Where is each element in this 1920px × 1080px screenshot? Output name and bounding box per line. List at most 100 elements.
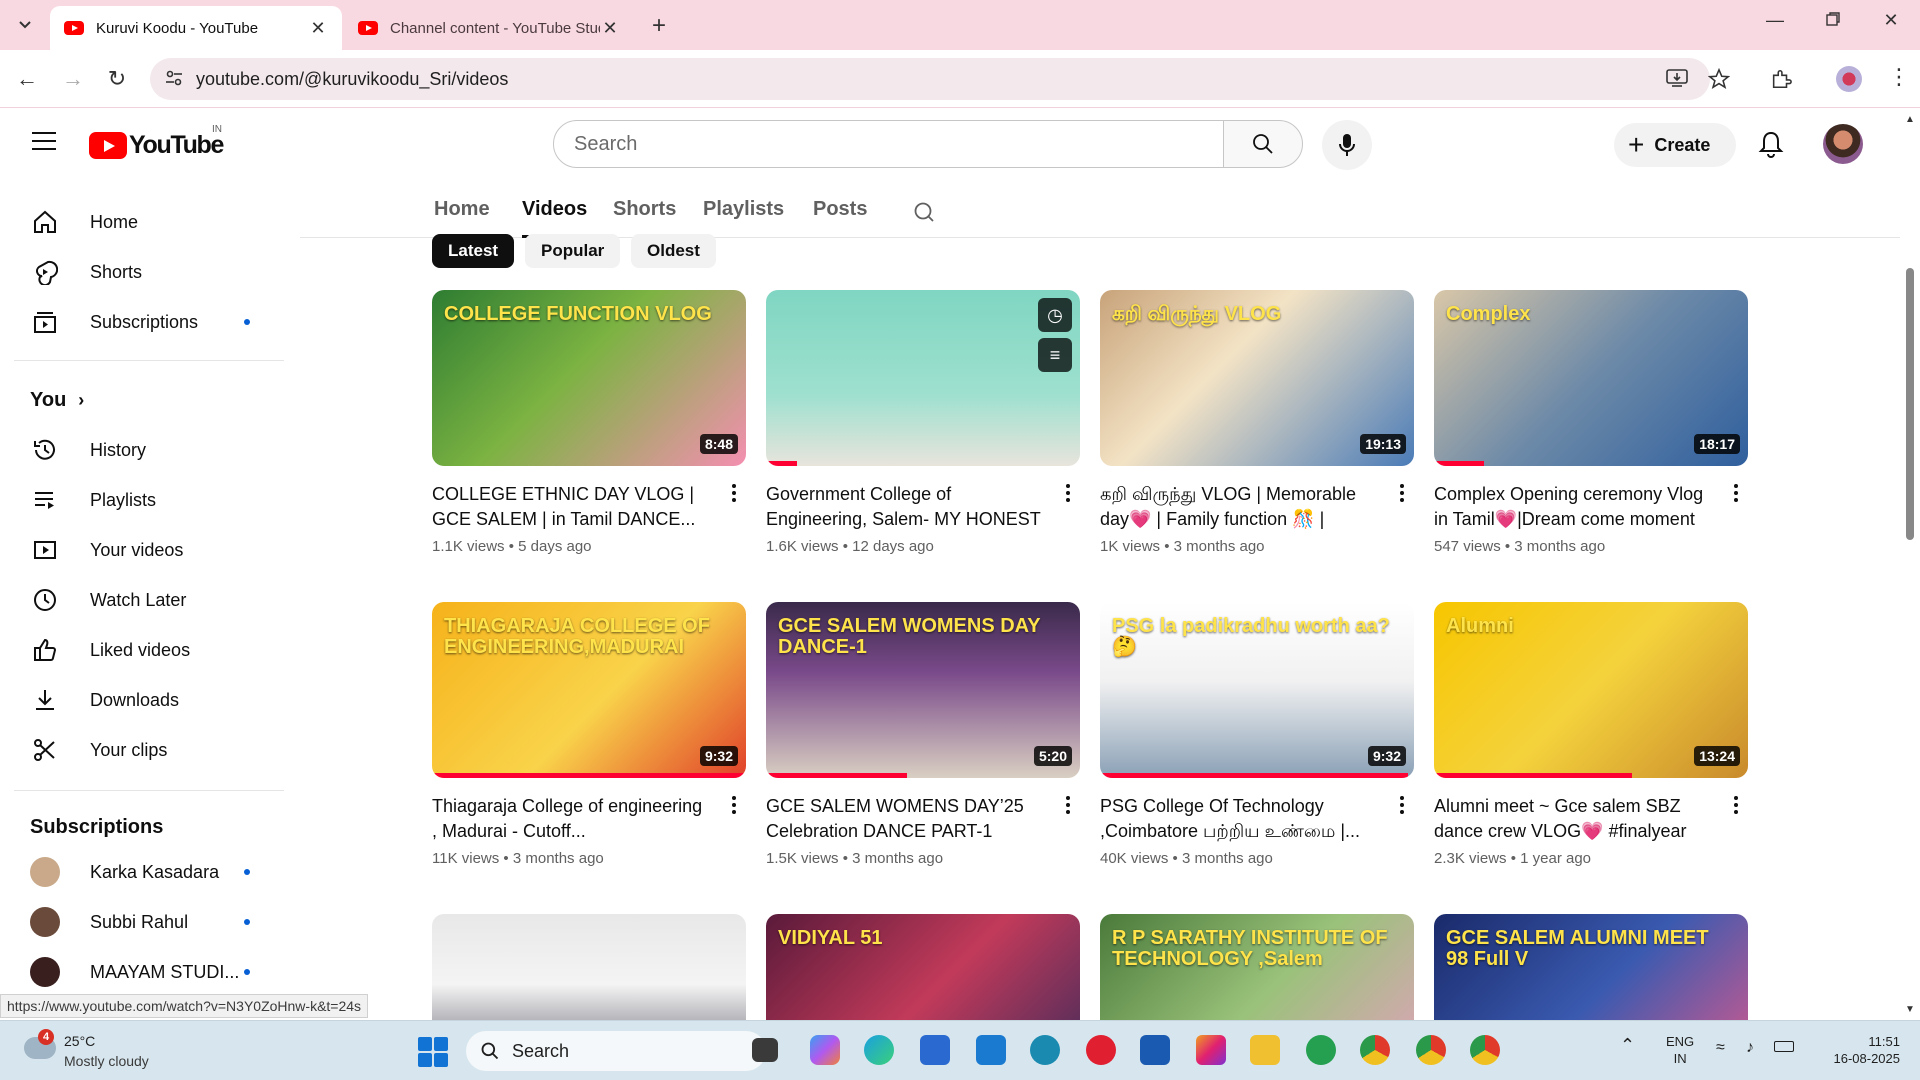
taskbar-search[interactable]: Search (466, 1031, 766, 1071)
video-thumbnail[interactable]: COLLEGE FUNCTION VLOG 8:48 (432, 290, 746, 466)
windows-start-icon[interactable] (418, 1037, 448, 1067)
show-hidden-icons-chevron-icon[interactable]: ⌃ (1620, 1036, 1635, 1054)
volume-icon[interactable]: ♪ (1746, 1039, 1754, 1056)
account-avatar[interactable] (1823, 124, 1863, 164)
scrollbar-thumb[interactable] (1906, 268, 1914, 540)
sidebar-item-home[interactable]: Home (30, 204, 270, 240)
video-thumbnail[interactable] (432, 914, 746, 1020)
restore-icon[interactable] (1818, 10, 1848, 31)
sidebar-item-subscriptions[interactable]: Subscriptions (30, 304, 270, 340)
video-thumbnail[interactable]: ◷ ≡ (766, 290, 1080, 466)
tab-videos[interactable]: Videos (522, 198, 587, 221)
subscription-item[interactable]: MAAYAM STUDI... (30, 954, 270, 990)
sidebar-item-history[interactable]: History (30, 432, 270, 468)
more-options-icon[interactable] (1058, 484, 1078, 502)
more-options-icon[interactable] (724, 796, 744, 814)
hamburger-menu-icon[interactable] (32, 132, 56, 156)
video-card[interactable]: ◷ ≡ Government College of Engineering, Sal… (766, 290, 1080, 555)
browser-tab-youtube[interactable]: Kuruvi Koodu - YouTube ✕ (50, 6, 342, 50)
video-title[interactable]: GCE SALEM WOMENS DAY’25 Celebration DANC… (766, 794, 1044, 844)
video-card[interactable]: GCE SALEM WOMENS DAY DANCE-1 5:20 GCE SALE… (766, 602, 1080, 867)
browser-menu-icon[interactable]: ⋮ (1888, 64, 1910, 90)
extensions-icon[interactable] (1770, 68, 1792, 95)
download-manager-icon[interactable] (1140, 1035, 1170, 1065)
subscription-item[interactable]: Subbi Rahul (30, 904, 270, 940)
youtube-logo[interactable]: YouTube (89, 131, 224, 160)
whatsapp-icon[interactable] (1306, 1035, 1336, 1065)
copilot-icon[interactable] (810, 1035, 840, 1065)
sidebar-item-downloads[interactable]: Downloads (30, 682, 270, 718)
chrome-icon[interactable] (1470, 1035, 1500, 1065)
more-options-icon[interactable] (1392, 796, 1412, 814)
video-title[interactable]: கறி விருந்து VLOG | Memorable day💗 | Fam… (1100, 482, 1378, 532)
video-thumbnail[interactable]: GCE SALEM WOMENS DAY DANCE-1 5:20 (766, 602, 1080, 778)
search-input[interactable]: Search (553, 120, 1225, 168)
video-thumbnail[interactable]: VIDIYAL 51 (766, 914, 1080, 1020)
sidebar-item-your-clips[interactable]: Your clips (30, 732, 270, 768)
language-indicator[interactable]: ENG IN (1666, 1033, 1694, 1067)
notifications-bell-icon[interactable] (1758, 130, 1784, 163)
chip-oldest[interactable]: Oldest (631, 234, 716, 268)
sidebar-you-heading[interactable]: You › (30, 382, 270, 418)
edge-browser-icon[interactable] (864, 1035, 894, 1065)
browser-tab-studio[interactable]: Channel content - YouTube Studio ✕ (344, 6, 634, 50)
reload-icon[interactable]: ↻ (102, 64, 132, 94)
clock[interactable]: 11:51 16-08-2025 (1816, 1033, 1901, 1067)
video-thumbnail[interactable]: Complex 18:17 (1434, 290, 1748, 466)
video-card[interactable]: VIDIYAL 51 (766, 914, 1080, 1020)
more-options-icon[interactable] (1726, 484, 1746, 502)
back-arrow-icon[interactable]: ← (12, 64, 42, 94)
sidebar-item-liked-videos[interactable]: Liked videos (30, 632, 270, 668)
video-card[interactable]: GCE SALEM ALUMNI MEET 98 Full V (1434, 914, 1748, 1020)
add-to-queue-icon[interactable]: ≡ (1038, 338, 1072, 372)
sidebar-item-watch-later[interactable]: Watch Later (30, 582, 270, 618)
bookmark-star-icon[interactable] (1707, 67, 1731, 95)
video-thumbnail[interactable]: Alumni 13:24 (1434, 602, 1748, 778)
video-card[interactable]: THIAGARAJA COLLEGE OF ENGINEERING,MADURA… (432, 602, 746, 867)
video-title[interactable]: Alumni meet ~ Gce salem SBZ dance crew V… (1434, 794, 1712, 844)
chip-latest[interactable]: Latest (432, 234, 515, 268)
cortana-ring-icon[interactable] (1030, 1035, 1060, 1065)
clock-icon[interactable]: ◷ (1038, 298, 1072, 332)
channel-search-icon[interactable] (912, 200, 936, 229)
more-options-icon[interactable] (724, 484, 744, 502)
video-title[interactable]: Thiagaraja College of engineering , Madu… (432, 794, 710, 844)
wifi-icon[interactable]: ≈ (1716, 1039, 1725, 1056)
install-app-icon[interactable] (1666, 68, 1688, 93)
video-thumbnail[interactable]: PSG la padikradhu worth aa? 🤔 9:32 (1100, 602, 1414, 778)
address-bar[interactable]: youtube.com/@kuruvikoodu_Sri/videos (150, 58, 1710, 100)
close-window-icon[interactable]: ✕ (1876, 10, 1906, 31)
tab-home[interactable]: Home (434, 198, 490, 221)
microsoft-store-icon[interactable] (920, 1035, 950, 1065)
video-card[interactable]: Alumni 13:24 Alumni meet ~ Gce salem SBZ d… (1434, 602, 1748, 867)
opera-browser-icon[interactable] (1086, 1035, 1116, 1065)
video-card[interactable]: PSG la padikradhu worth aa? 🤔 9:32 PSG Col… (1100, 602, 1414, 867)
video-title[interactable]: Complex Opening ceremony Vlog in Tamil💗|… (1434, 482, 1712, 532)
create-button[interactable]: + Create (1614, 123, 1736, 167)
video-thumbnail[interactable]: THIAGARAJA COLLEGE OF ENGINEERING,MADURA… (432, 602, 746, 778)
more-options-icon[interactable] (1058, 796, 1078, 814)
video-thumbnail[interactable]: கறி விருந்து VLOG 19:13 (1100, 290, 1414, 466)
task-view-icon[interactable] (752, 1038, 778, 1062)
video-title[interactable]: Government College of Engineering, Salem… (766, 482, 1044, 532)
page-scrollbar[interactable]: ▲ ▼ (1900, 110, 1920, 1020)
minimize-icon[interactable]: — (1760, 10, 1790, 31)
site-info-icon[interactable] (164, 68, 184, 93)
scroll-up-arrow-icon[interactable]: ▲ (1905, 114, 1915, 125)
sidebar-item-your-videos[interactable]: Your videos (30, 532, 270, 568)
video-card[interactable] (432, 914, 746, 1020)
sidebar-item-shorts[interactable]: Shorts (30, 254, 270, 290)
forward-arrow-icon[interactable]: → (58, 64, 88, 94)
search-button[interactable] (1223, 120, 1303, 168)
close-tab-icon[interactable]: ✕ (308, 18, 328, 39)
chip-popular[interactable]: Popular (525, 234, 621, 268)
chrome-icon[interactable] (1360, 1035, 1390, 1065)
video-title[interactable]: COLLEGE ETHNIC DAY VLOG | GCE SALEM | in… (432, 482, 710, 532)
more-options-icon[interactable] (1392, 484, 1412, 502)
tab-playlists[interactable]: Playlists (703, 198, 784, 221)
sidebar-item-playlists[interactable]: Playlists (30, 482, 270, 518)
video-card[interactable]: Complex 18:17 Complex Opening ceremony Vlo… (1434, 290, 1748, 555)
weather-widget[interactable]: 4 25°C Mostly cloudy (24, 1029, 184, 1071)
profile-avatar-icon[interactable] (1836, 66, 1862, 92)
video-title[interactable]: PSG College Of Technology ,Coimbatore பற… (1100, 794, 1378, 844)
